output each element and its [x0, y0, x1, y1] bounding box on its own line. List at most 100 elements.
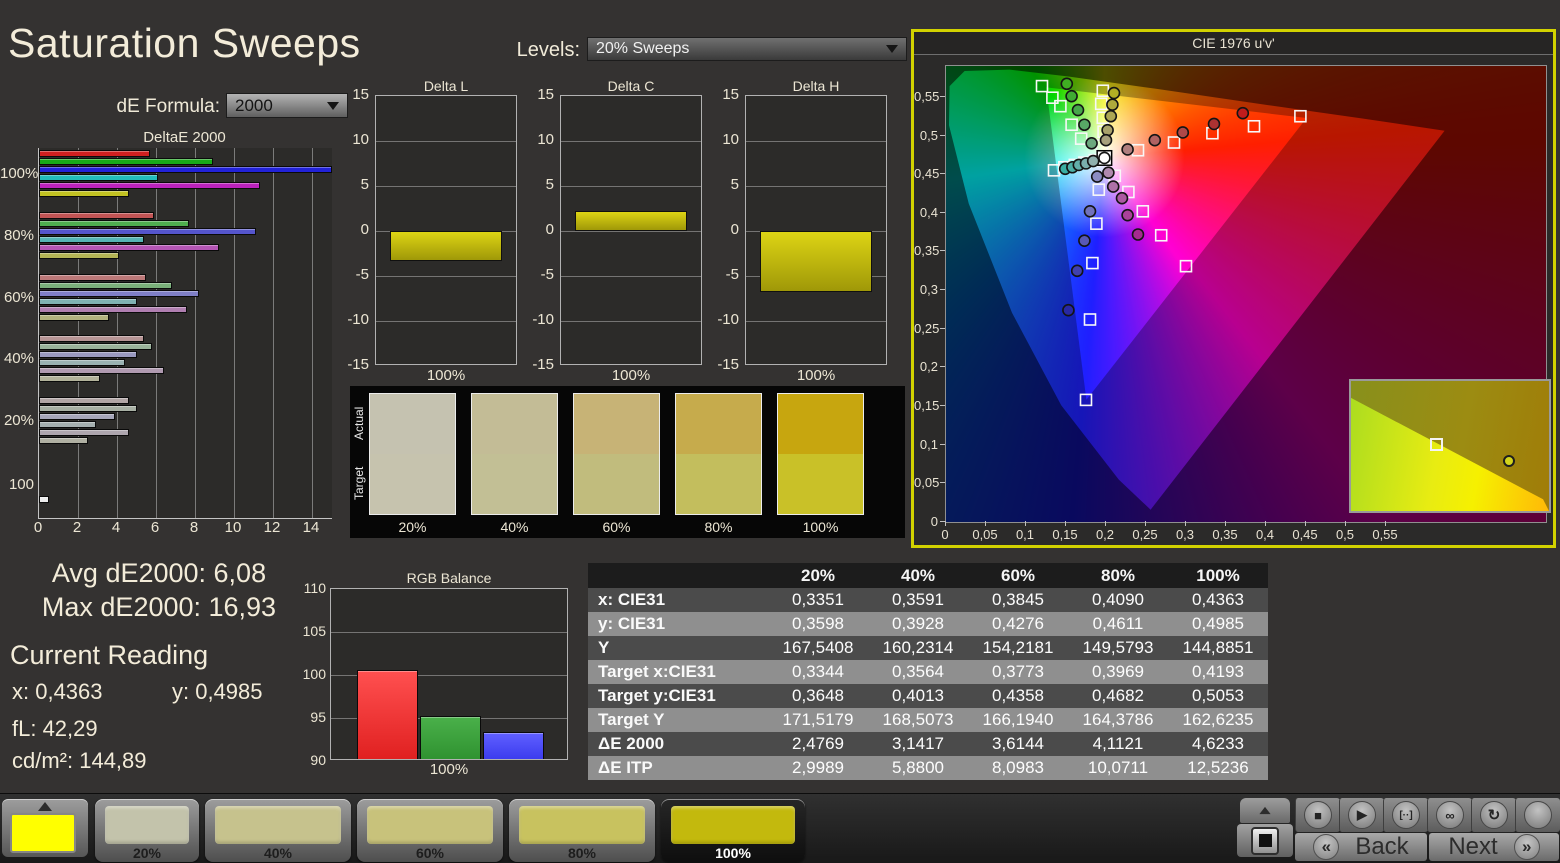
deltae-bar: [39, 220, 189, 227]
loop-button[interactable]: ∞: [1427, 798, 1472, 832]
delta-bar: [390, 231, 502, 261]
stop-button[interactable]: ■: [1295, 798, 1340, 832]
y-axis-tick-label: -15: [717, 356, 739, 373]
y-axis-tick-label: -15: [347, 356, 369, 373]
table-cell: 166,1940: [982, 710, 1054, 729]
x-axis-tick-label: 0,4: [1255, 527, 1275, 542]
cie-target-square: [1247, 119, 1261, 133]
table-cell: 3,6144: [992, 734, 1044, 753]
level-swatch-label: 80%: [567, 845, 597, 861]
table-cell: 164,3786: [1082, 710, 1154, 729]
current-reading-heading: Current Reading: [10, 640, 209, 670]
level-swatch-button-20%[interactable]: 20%: [95, 799, 199, 862]
y-axis-tick-label: 0,1: [919, 437, 938, 452]
deltae-bar: [39, 274, 146, 281]
y-axis-tick-label: 10: [722, 131, 739, 148]
cie-measured-circle: [1176, 126, 1190, 139]
swatch-actual: [778, 394, 863, 454]
cie-target-square: [1094, 97, 1108, 111]
x-axis-tick-label: 0,1: [1015, 527, 1035, 542]
y-axis-tick-label: -10: [532, 311, 554, 328]
axis-tick: [1265, 521, 1266, 526]
axis-tick: [985, 521, 986, 526]
play-button[interactable]: ▶: [1339, 798, 1384, 832]
cie-target-square: [1154, 228, 1168, 242]
loop-icon: ∞: [1436, 801, 1464, 829]
display-pattern-button[interactable]: [1237, 824, 1293, 857]
deltae-bar: [39, 314, 109, 321]
deltae-bar: [39, 421, 96, 428]
axis-tick: [1025, 521, 1026, 526]
level-swatch-chip: [215, 806, 341, 844]
gridline: [117, 148, 118, 518]
gridline: [561, 231, 701, 232]
refresh-button[interactable]: ↻: [1471, 798, 1516, 832]
cie-target-square: [1083, 313, 1097, 326]
deltae-bar: [39, 212, 154, 219]
table-cell: 10,0711: [1087, 758, 1149, 777]
table-header-cell: 100%: [1196, 565, 1240, 585]
y-axis-tick-label: 0,55: [914, 89, 940, 104]
cie-measured-circle: [1115, 191, 1129, 205]
x-axis-tick-label: 12: [263, 519, 281, 536]
table-cell: 0,4013: [892, 686, 944, 705]
cie-measured-circle: [1102, 166, 1115, 179]
levels-dropdown[interactable]: 20% Sweeps: [587, 37, 907, 61]
de-formula-dropdown[interactable]: 2000: [226, 93, 348, 118]
deltae-bar: [39, 290, 199, 297]
level-swatch-button-40%[interactable]: 40%: [205, 799, 351, 862]
gridline: [156, 148, 157, 518]
levels-label: Levels:: [516, 39, 580, 61]
cie-measured-circle: [1099, 133, 1113, 147]
cie-measured-circle: [1086, 154, 1100, 168]
cie-measured-circle: [1131, 228, 1145, 241]
x-axis-tick-label: 0,45: [1292, 527, 1318, 542]
cie-panel[interactable]: CIE 1976 u'v' 0 0,05 0,1 0,15 0,2 0,25 0,3 0,35…: [911, 29, 1556, 548]
deltae-bar: [39, 335, 144, 342]
swatch-actual: [472, 394, 557, 454]
axis-tick: [940, 289, 945, 290]
deltae-plot-area: [38, 148, 332, 519]
gridline: [195, 148, 196, 518]
axis-tick: [940, 96, 945, 97]
y-axis-tick-label: 0,3: [919, 282, 938, 297]
axis-tick: [940, 444, 945, 445]
axis-tick: [1385, 521, 1386, 526]
level-swatch-button-100%[interactable]: 100%: [661, 799, 805, 862]
table-cell: 0,4193: [1192, 662, 1244, 681]
y-axis-tick-label: 0: [930, 514, 938, 529]
table-cell: 4,1121: [1092, 734, 1144, 753]
rgb-bar-blue: [483, 732, 544, 759]
x-axis-tick-label: 0,05: [972, 527, 998, 542]
x-axis-category-label: 100%: [429, 761, 469, 778]
swatch-target: [574, 454, 659, 514]
cie-plot: [945, 65, 1551, 523]
deltae-bar: [39, 174, 158, 181]
table-cell: 0,4985: [1192, 614, 1244, 633]
deltae-bar: [39, 351, 137, 358]
chevron-down-icon: [886, 45, 898, 53]
table-cell: 0,3598: [792, 614, 844, 633]
current-color-panel[interactable]: [2, 799, 88, 857]
step-button[interactable]: [··]: [1383, 798, 1428, 832]
table-row-label: ΔE 2000: [598, 734, 665, 753]
next-button[interactable]: Next »: [1429, 833, 1559, 861]
x-axis-tick-label: 14: [302, 519, 320, 536]
cie-measured-circle: [1207, 117, 1221, 131]
swatch-cell: [369, 393, 456, 515]
current-x: x: 0,4363: [12, 679, 103, 704]
empty-button[interactable]: [1515, 798, 1560, 832]
level-swatch-button-80%[interactable]: 80%: [509, 799, 655, 862]
next-arrow-icon: »: [1513, 834, 1540, 860]
rgb-balance-title: RGB Balance: [406, 570, 492, 586]
panel-up-button[interactable]: [1240, 798, 1290, 823]
swatch-actual: [574, 394, 659, 454]
level-swatch-button-60%[interactable]: 60%: [357, 799, 503, 862]
cie-target-square: [1131, 143, 1145, 157]
next-button-label: Next: [1448, 833, 1498, 860]
cie-target-square: [1086, 256, 1099, 270]
cie-target-square: [1092, 183, 1106, 196]
cie-measured-circle: [1085, 136, 1098, 150]
back-button[interactable]: « Back: [1295, 833, 1427, 861]
x-axis-tick-label: 0,5: [1335, 527, 1355, 542]
